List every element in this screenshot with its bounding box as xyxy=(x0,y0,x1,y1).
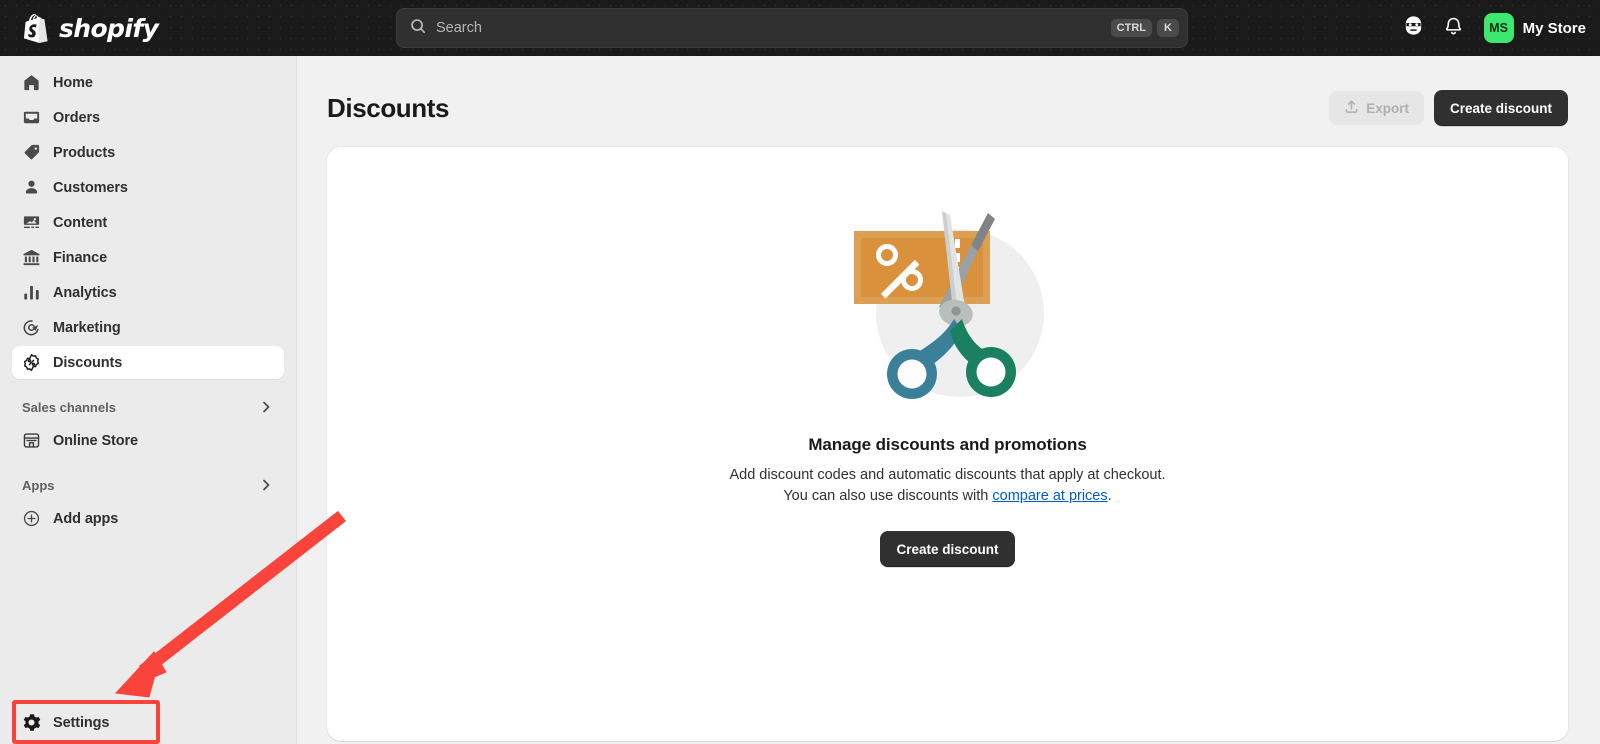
top-bar: shopify Search CTRL K MS My Store xyxy=(0,0,1600,56)
home-icon xyxy=(22,73,41,92)
shopify-bag-logo-icon xyxy=(24,13,50,43)
sidebar-item-label: Content xyxy=(53,214,108,231)
page-title: Discounts xyxy=(327,92,450,123)
bar-chart-icon xyxy=(22,283,41,302)
export-button-label: Export xyxy=(1366,100,1409,116)
image-content-icon xyxy=(22,213,41,232)
sidebar-section-title: Apps xyxy=(22,477,55,493)
create-discount-button-header[interactable]: Create discount xyxy=(1433,90,1568,126)
page-header: Discounts Export Create discount xyxy=(297,56,1600,126)
chevron-right-icon xyxy=(258,399,274,415)
sidebar-item-label: Products xyxy=(53,144,116,161)
sidebar-item-discounts[interactable]: Discounts xyxy=(12,346,284,379)
sidebar-item-label: Home xyxy=(53,74,93,91)
search-icon xyxy=(409,17,427,40)
sidebar-item-label: Orders xyxy=(53,109,100,126)
empty-state-body-line2-suffix: . xyxy=(1107,488,1112,504)
sidebar-item-home[interactable]: Home xyxy=(12,66,284,99)
discount-coupon-scissors-illustration xyxy=(838,193,1058,413)
bell-icon xyxy=(1443,15,1464,41)
gear-icon xyxy=(22,713,41,732)
empty-state-body: Add discount codes and automatic discoun… xyxy=(729,465,1165,507)
export-button[interactable]: Export xyxy=(1329,91,1424,125)
chevron-right-icon xyxy=(258,477,274,493)
sidebar-item-products[interactable]: Products xyxy=(12,136,284,169)
store-switcher[interactable]: MS My Store xyxy=(1480,10,1594,46)
sidebar-item-settings[interactable]: Settings xyxy=(12,706,285,739)
sidebar-item-label: Online Store xyxy=(53,432,139,449)
sidebar-item-label: Settings xyxy=(53,714,110,731)
sidebar-item-label: Marketing xyxy=(53,319,121,336)
sidebar-item-analytics[interactable]: Analytics xyxy=(12,276,284,309)
plus-circle-icon xyxy=(22,509,41,528)
topbar-actions: MS My Store xyxy=(1396,0,1600,56)
sidebar-item-label: Finance xyxy=(53,249,108,266)
notifications-button[interactable] xyxy=(1436,10,1472,46)
target-cursor-icon xyxy=(22,318,41,337)
search-input[interactable]: Search CTRL K xyxy=(396,8,1188,48)
empty-state-title: Manage discounts and promotions xyxy=(808,435,1087,454)
sidebar-item-add-apps[interactable]: Add apps xyxy=(12,502,284,535)
main-content: Discounts Export Create discount Manage … xyxy=(297,56,1600,744)
sidebar-section-title: Sales channels xyxy=(22,399,116,415)
shopify-brand[interactable]: shopify xyxy=(24,13,364,43)
shopify-wordmark: shopify xyxy=(59,13,159,43)
sidebar-item-label: Analytics xyxy=(53,284,117,301)
compare-at-prices-link[interactable]: compare at prices xyxy=(992,488,1107,504)
sidebar-item-marketing[interactable]: Marketing xyxy=(12,311,284,344)
create-discount-button-empty-state[interactable]: Create discount xyxy=(880,531,1015,567)
empty-state-body-line1: Add discount codes and automatic discoun… xyxy=(729,467,1166,483)
sidebar-item-customers[interactable]: Customers xyxy=(12,171,284,204)
person-icon xyxy=(22,178,41,197)
sidebar-item-orders[interactable]: Orders xyxy=(12,101,284,134)
sidebar-item-online-store[interactable]: Online Store xyxy=(12,424,284,457)
product-tag-icon xyxy=(22,143,41,162)
storefront-icon xyxy=(22,431,41,450)
avatar: MS xyxy=(1483,13,1514,43)
sidebar-settings-wrap: Settings xyxy=(12,700,285,744)
header-actions: Export Create discount xyxy=(1329,90,1568,126)
sidebar-section-sales-channels[interactable]: Sales channels xyxy=(12,392,284,422)
sidebar-item-label: Customers xyxy=(53,179,128,196)
discounts-empty-state-card: Manage discounts and promotions Add disc… xyxy=(327,147,1568,741)
store-name: My Store xyxy=(1522,19,1586,37)
sidekick-assistant-button[interactable] xyxy=(1396,10,1432,46)
sidekick-face-icon xyxy=(1402,14,1425,42)
sidebar-item-label: Add apps xyxy=(53,510,119,527)
bank-icon xyxy=(22,248,41,267)
search-placeholder: Search xyxy=(436,20,482,36)
export-upload-icon xyxy=(1344,99,1359,117)
sidebar-item-label: Discounts xyxy=(53,354,123,371)
sidebar-section-apps[interactable]: Apps xyxy=(12,470,284,500)
sidebar-item-finance[interactable]: Finance xyxy=(12,241,284,274)
orders-inbox-icon xyxy=(22,108,41,127)
empty-state-body-line2-prefix: You can also use discounts with xyxy=(783,488,993,504)
sidebar-item-content[interactable]: Content xyxy=(12,206,284,239)
search-shortcut-ctrl: CTRL xyxy=(1110,19,1152,37)
sidebar: Home Orders Products Customers Content F… xyxy=(0,56,297,744)
discount-percent-icon xyxy=(22,353,41,372)
search-shortcut-key: K xyxy=(1157,19,1179,37)
